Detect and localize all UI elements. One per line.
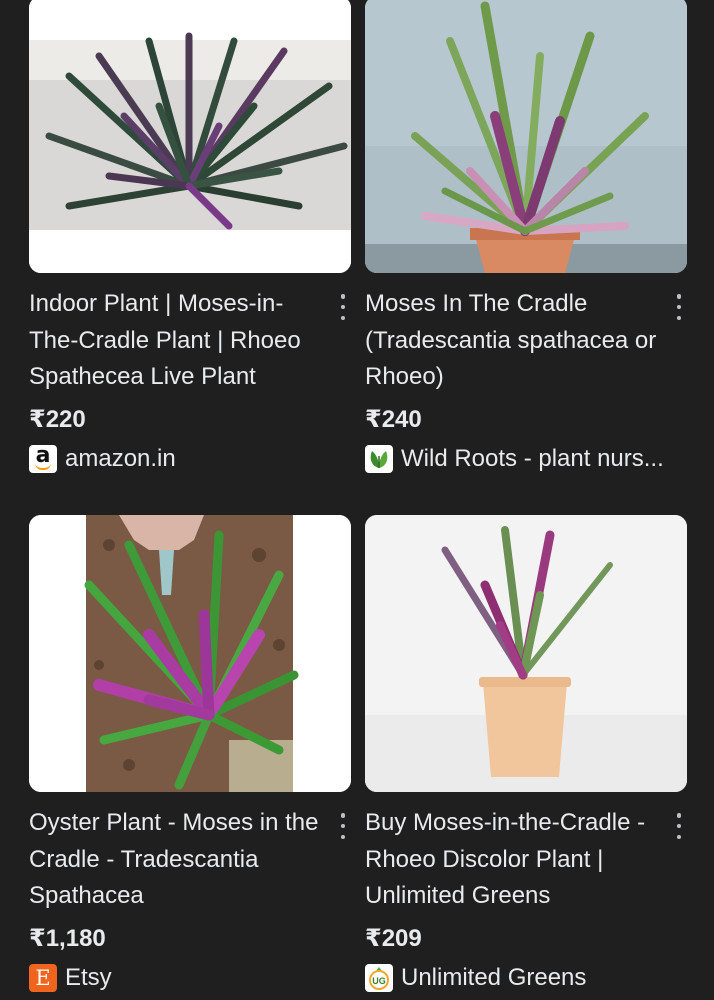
merchant[interactable]: a amazon.in bbox=[29, 444, 351, 474]
product-image[interactable] bbox=[365, 0, 687, 273]
amazon-icon: a bbox=[29, 444, 57, 473]
merchant[interactable]: Wild Roots - plant nurs... bbox=[365, 444, 687, 474]
merchant[interactable]: UG Unlimited Greens bbox=[365, 963, 687, 993]
product-card[interactable]: Indoor Plant | Moses-in-The-Cradle Plant… bbox=[29, 0, 351, 474]
product-image[interactable] bbox=[29, 515, 351, 792]
more-options-icon[interactable] bbox=[673, 294, 685, 320]
moses-plant-image bbox=[365, 0, 687, 273]
merchant-name: Etsy bbox=[65, 963, 112, 991]
product-title[interactable]: Moses In The Cradle (Tradescantia spatha… bbox=[365, 286, 657, 396]
product-title[interactable]: Oyster Plant - Moses in the Cradle - Tra… bbox=[29, 805, 321, 915]
etsy-icon: E bbox=[29, 963, 57, 992]
moses-plant-image bbox=[365, 515, 687, 792]
moses-plant-image bbox=[29, 0, 351, 273]
product-image[interactable] bbox=[29, 0, 351, 273]
product-title[interactable]: Buy Moses-in-the-Cradle - Rhoeo Discolor… bbox=[365, 805, 657, 915]
moses-plant-image bbox=[29, 515, 351, 792]
product-price: ₹240 bbox=[365, 405, 422, 433]
merchant[interactable]: E Etsy bbox=[29, 963, 351, 993]
more-options-icon[interactable] bbox=[337, 294, 349, 320]
product-card[interactable]: Buy Moses-in-the-Cradle - Rhoeo Discolor… bbox=[365, 515, 687, 993]
merchant-name: amazon.in bbox=[65, 444, 176, 472]
product-card[interactable]: Oyster Plant - Moses in the Cradle - Tra… bbox=[29, 515, 351, 993]
more-options-icon[interactable] bbox=[337, 813, 349, 839]
wild-roots-icon bbox=[365, 444, 393, 473]
product-price: ₹1,180 bbox=[29, 924, 106, 952]
etsy-icon-letter: E bbox=[35, 965, 51, 990]
unlimited-greens-icon: UG bbox=[365, 963, 393, 992]
merchant-name: Wild Roots - plant nurs... bbox=[401, 444, 664, 472]
product-image[interactable] bbox=[365, 515, 687, 792]
ug-icon-letters: UG bbox=[372, 975, 386, 986]
more-options-icon[interactable] bbox=[673, 813, 685, 839]
shopping-results-grid: Indoor Plant | Moses-in-The-Cradle Plant… bbox=[0, 0, 714, 1000]
product-card[interactable]: Moses In The Cradle (Tradescantia spatha… bbox=[365, 0, 687, 474]
product-price: ₹220 bbox=[29, 405, 86, 433]
product-title[interactable]: Indoor Plant | Moses-in-The-Cradle Plant… bbox=[29, 286, 321, 396]
product-price: ₹209 bbox=[365, 924, 422, 952]
merchant-name: Unlimited Greens bbox=[401, 963, 587, 991]
